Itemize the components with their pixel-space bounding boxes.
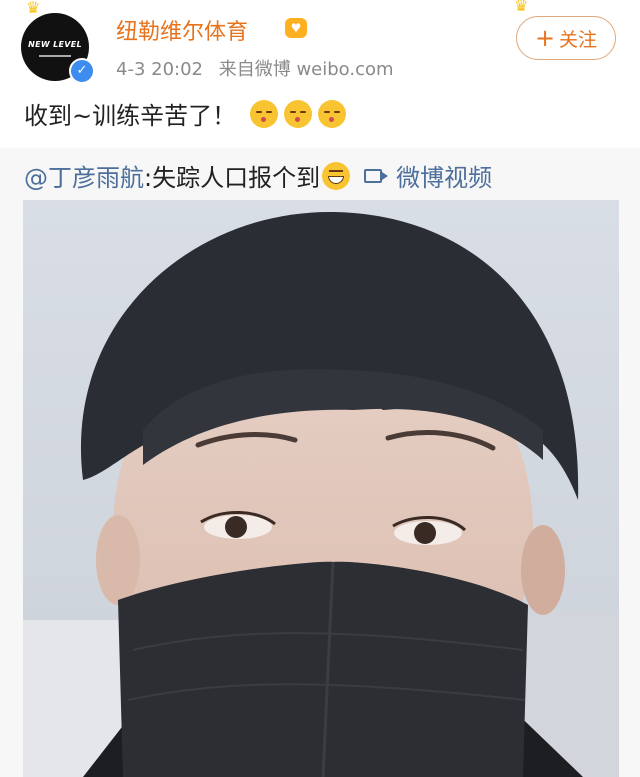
crown-icon-right: ♛ xyxy=(514,0,529,15)
repost-photo[interactable] xyxy=(23,200,619,777)
repost-body: :失踪人口报个到 xyxy=(144,164,321,192)
post-meta: 4-3 20:02 来自微博 weibo.com xyxy=(116,55,394,81)
kiss-emoji-icon xyxy=(284,99,313,128)
avatar-logo-underline xyxy=(39,55,71,57)
video-camera-icon xyxy=(364,168,389,183)
post-source: 来自微博 weibo.com xyxy=(218,59,394,80)
kiss-emoji-icon xyxy=(250,99,279,128)
repost-text: @丁彦雨航 :失踪人口报个到 微博视频 xyxy=(24,158,492,193)
post-header: ♛ NEW LEVEL ✓ 纽勒维尔体育 ♥ 4-3 20:02 来自微博 we… xyxy=(0,0,640,150)
video-link-label: 微博视频 xyxy=(396,164,493,192)
post-timestamp: 4-3 20:02 xyxy=(116,59,203,80)
post-text: 收到~训练辛苦了！ xyxy=(24,96,347,131)
plus-icon: + xyxy=(534,24,556,52)
verified-icon: ✓ xyxy=(69,58,95,84)
grin-emoji-icon xyxy=(322,161,351,190)
follow-label: 关注 xyxy=(559,28,598,51)
mention-link[interactable]: @丁彦雨航 xyxy=(24,158,144,193)
avatar-logo-text: NEW LEVEL xyxy=(28,39,82,49)
selfie-image xyxy=(23,200,619,777)
video-link[interactable]: 微博视频 xyxy=(364,158,492,193)
repost-card[interactable]: @丁彦雨航 :失踪人口报个到 微博视频 xyxy=(0,148,640,777)
vip-badge-icon: ♥ xyxy=(285,18,307,38)
kiss-emoji-icon xyxy=(318,99,347,128)
crown-icon: ♛ xyxy=(26,0,41,17)
username[interactable]: 纽勒维尔体育 xyxy=(116,14,248,46)
post-body: 收到~训练辛苦了！ xyxy=(24,102,237,130)
follow-button[interactable]: + 关注 xyxy=(516,16,616,60)
